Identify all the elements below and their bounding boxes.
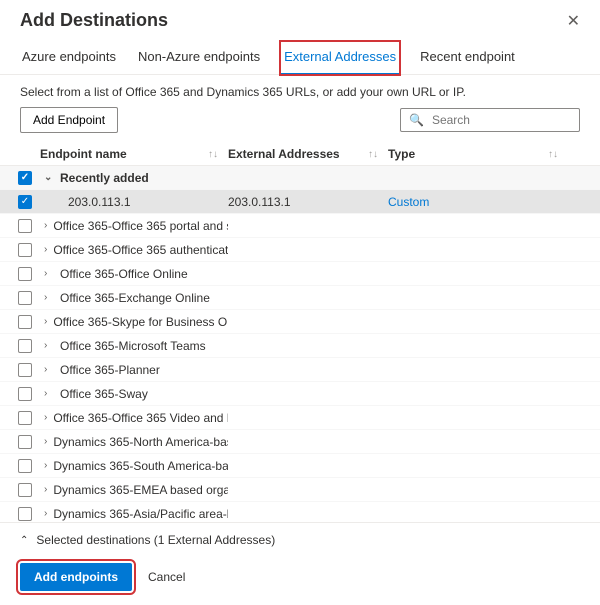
chevron-right-icon[interactable]: › — [44, 460, 47, 471]
chevron-right-icon[interactable]: › — [44, 388, 54, 399]
chevron-right-icon[interactable]: › — [44, 436, 47, 447]
endpoint-name: Office 365-Office Online — [60, 267, 188, 281]
chevron-right-icon[interactable]: › — [44, 244, 47, 255]
checkbox[interactable] — [18, 435, 32, 449]
checkbox[interactable]: ✓ — [18, 195, 32, 209]
close-icon[interactable]: ✕ — [567, 11, 580, 31]
table-row[interactable]: › Dynamics 365-South America-based ... — [0, 454, 600, 478]
endpoint-name: 203.0.113.1 — [68, 195, 131, 209]
checkbox[interactable] — [18, 387, 32, 401]
selected-summary-text: Selected destinations (1 External Addres… — [36, 533, 275, 547]
checkbox[interactable] — [18, 483, 32, 497]
table-row[interactable]: › Office 365-Sway — [0, 382, 600, 406]
endpoint-name: Office 365-Sway — [60, 387, 148, 401]
sort-icon[interactable]: ↑↓ — [548, 149, 558, 160]
chevron-right-icon[interactable]: › — [44, 508, 47, 519]
table-row-selected[interactable]: ✓ 203.0.113.1 203.0.113.1 Custom — [0, 190, 600, 214]
sort-icon[interactable]: ↑↓ — [368, 149, 378, 160]
checkbox[interactable] — [18, 459, 32, 473]
add-endpoint-button[interactable]: Add Endpoint — [20, 107, 118, 133]
chevron-right-icon[interactable]: › — [44, 412, 47, 423]
chevron-down-icon[interactable]: ⌄ — [44, 172, 54, 183]
col-endpoint-name[interactable]: Endpoint name — [40, 147, 127, 161]
endpoint-name: Dynamics 365-North America-based ... — [53, 435, 228, 449]
endpoint-name: Dynamics 365-Asia/Pacific area-base... — [53, 507, 228, 521]
add-endpoints-button[interactable]: Add endpoints — [20, 563, 132, 591]
chevron-right-icon[interactable]: › — [44, 340, 54, 351]
endpoint-type[interactable]: Custom — [388, 195, 429, 209]
col-type[interactable]: Type — [388, 147, 415, 161]
endpoint-name: Office 365-Office 365 authentication ... — [53, 243, 228, 257]
checkbox[interactable] — [18, 339, 32, 353]
endpoint-address: 203.0.113.1 — [228, 195, 291, 209]
table-row[interactable]: › Office 365-Planner — [0, 358, 600, 382]
group-row-recently-added[interactable]: ✓ ⌄ Recently added — [0, 166, 600, 190]
endpoint-name: Dynamics 365-EMEA based organizat... — [53, 483, 228, 497]
endpoint-name: Office 365-Office 365 Video and Micr... — [53, 411, 228, 425]
checkbox[interactable] — [18, 315, 32, 329]
tab-description: Select from a list of Office 365 and Dyn… — [0, 75, 600, 107]
table-row[interactable]: › Office 365-Skype for Business Online — [0, 310, 600, 334]
checkbox[interactable]: ✓ — [18, 171, 32, 185]
sort-icon[interactable]: ↑↓ — [208, 149, 218, 160]
table-row[interactable]: › Office 365-Office 365 portal and shar..… — [0, 214, 600, 238]
chevron-right-icon[interactable]: › — [44, 316, 47, 327]
table-row[interactable]: › Dynamics 365-Asia/Pacific area-base... — [0, 502, 600, 522]
col-external-addresses[interactable]: External Addresses — [228, 147, 340, 161]
tab-non-azure-endpoints[interactable]: Non-Azure endpoints — [136, 41, 262, 74]
checkbox[interactable] — [18, 291, 32, 305]
search-field[interactable]: 🔍 — [400, 108, 580, 132]
tab-external-addresses[interactable]: External Addresses — [280, 41, 400, 75]
cancel-button[interactable]: Cancel — [142, 569, 191, 585]
search-icon: 🔍 — [409, 113, 424, 127]
endpoint-name: Office 365-Planner — [60, 363, 160, 377]
table-row[interactable]: › Office 365-Office 365 Video and Micr... — [0, 406, 600, 430]
chevron-up-icon: ⌃ — [20, 535, 28, 546]
chevron-right-icon[interactable]: › — [44, 484, 47, 495]
table-row[interactable]: › Office 365-Microsoft Teams — [0, 334, 600, 358]
table-row[interactable]: › Dynamics 365-EMEA based organizat... — [0, 478, 600, 502]
dialog-title: Add Destinations — [20, 10, 168, 31]
checkbox[interactable] — [18, 507, 32, 521]
table-row[interactable]: › Office 365-Exchange Online — [0, 286, 600, 310]
endpoint-name: Office 365-Exchange Online — [60, 291, 210, 305]
chevron-right-icon[interactable]: › — [44, 220, 47, 231]
endpoint-name: Office 365-Microsoft Teams — [60, 339, 206, 353]
table-body[interactable]: ✓ ⌄ Recently added ✓ 203.0.113.1 203.0.11… — [0, 166, 600, 522]
checkbox[interactable] — [18, 411, 32, 425]
table-row[interactable]: › Office 365-Office 365 authentication ..… — [0, 238, 600, 262]
chevron-right-icon[interactable]: › — [44, 364, 54, 375]
chevron-right-icon[interactable]: › — [44, 292, 54, 303]
chevron-right-icon[interactable]: › — [44, 268, 54, 279]
checkbox[interactable] — [18, 363, 32, 377]
table-row[interactable]: › Office 365-Office Online — [0, 262, 600, 286]
tab-bar: Azure endpoints Non-Azure endpoints Exte… — [0, 37, 600, 75]
selected-summary-bar[interactable]: ⌃ Selected destinations (1 External Addr… — [0, 522, 600, 555]
tab-recent-endpoint[interactable]: Recent endpoint — [418, 41, 517, 74]
endpoint-name: Office 365-Office 365 portal and shar... — [53, 219, 228, 233]
checkbox[interactable] — [18, 267, 32, 281]
tab-azure-endpoints[interactable]: Azure endpoints — [20, 41, 118, 74]
checkbox[interactable] — [18, 243, 32, 257]
endpoint-name: Office 365-Skype for Business Online — [53, 315, 228, 329]
table-row[interactable]: › Dynamics 365-North America-based ... — [0, 430, 600, 454]
group-label: Recently added — [60, 171, 149, 185]
search-input[interactable] — [430, 112, 571, 128]
checkbox[interactable] — [18, 219, 32, 233]
endpoint-name: Dynamics 365-South America-based ... — [53, 459, 228, 473]
